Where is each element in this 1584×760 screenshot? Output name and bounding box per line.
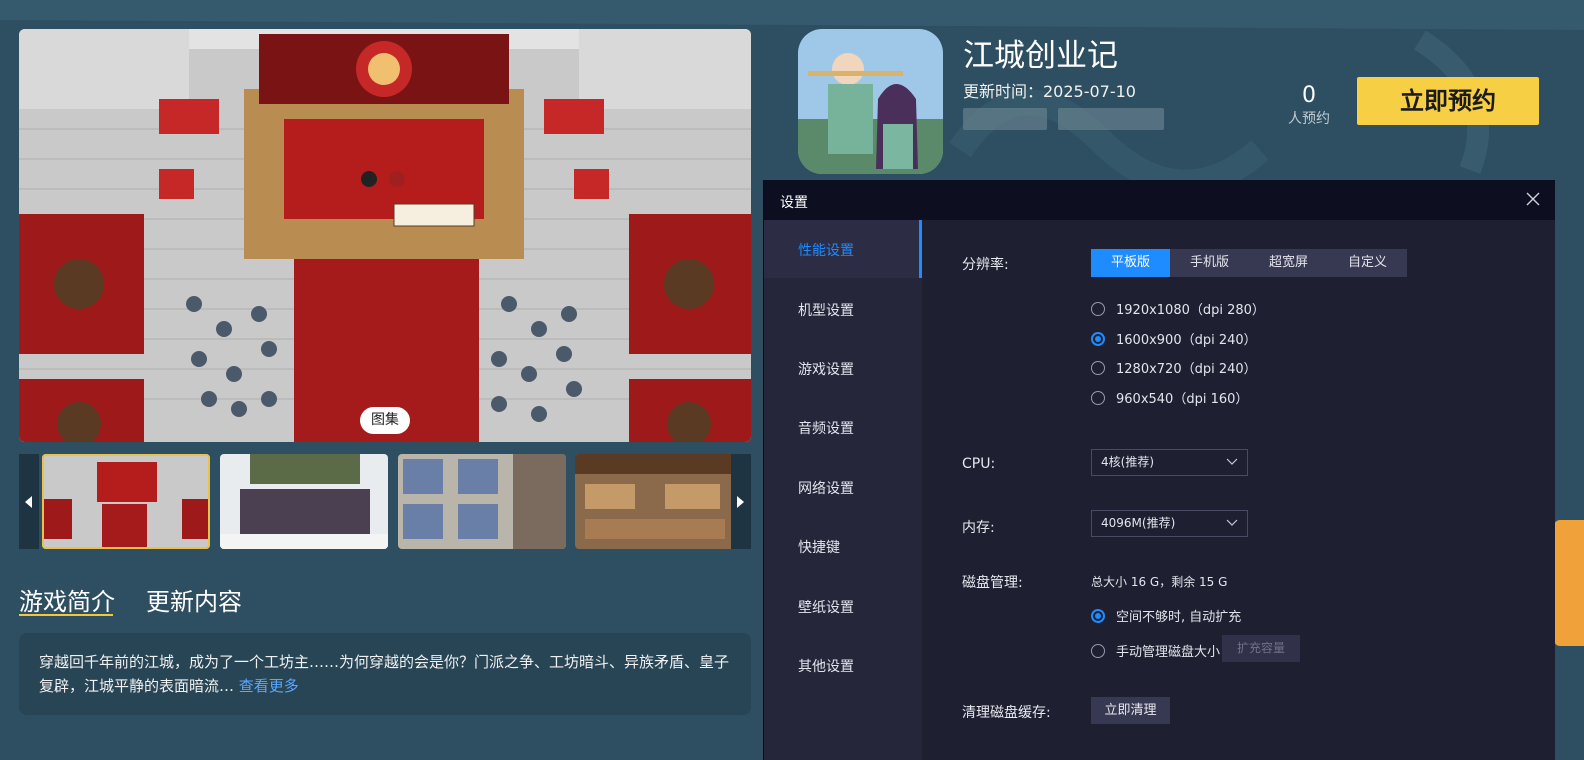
sidebar-item-network[interactable]: 网络设置 xyxy=(798,478,854,498)
thumb-prev-button[interactable] xyxy=(19,454,39,549)
blurred-tag xyxy=(963,108,1047,130)
tab-updates[interactable]: 更新内容 xyxy=(146,582,242,617)
resolution-option-label: 960x540（dpi 160） xyxy=(1116,392,1249,407)
intro-text: 穿越回千年前的江城，成为了一个工坊主……为何穿越的会是你？门派之争、工坊暗斗、异… xyxy=(39,650,739,698)
reserve-button[interactable]: 立即预约 xyxy=(1357,77,1539,125)
resolution-option-960[interactable]: 960x540（dpi 160） xyxy=(1091,388,1248,407)
disk-auto-option[interactable]: 空间不够时, 自动扩充 xyxy=(1091,606,1241,625)
settings-sidebar: 性能设置 机型设置 游戏设置 音频设置 网络设置 快捷键 壁纸设置 其他设置 xyxy=(764,220,922,760)
resolution-option-1280[interactable]: 1280x720（dpi 240） xyxy=(1091,358,1257,377)
cache-label: 清理磁盘缓存: xyxy=(962,705,1051,721)
close-icon[interactable] xyxy=(1524,190,1542,208)
cpu-select[interactable]: 4核(推荐) xyxy=(1091,449,1248,476)
thumbnail-1[interactable] xyxy=(42,454,210,549)
reserve-label: 人预约 xyxy=(1288,111,1330,127)
disk-manual-option[interactable]: 手动管理磁盘大小 xyxy=(1091,641,1220,660)
thumbnail-4[interactable] xyxy=(575,454,743,549)
gallery-button[interactable]: 图集 xyxy=(360,407,410,434)
app-title: 江城创业记 xyxy=(963,38,1118,74)
disk-auto-label: 空间不够时, 自动扩充 xyxy=(1116,610,1242,625)
resolution-option-label: 1920x1080（dpi 280） xyxy=(1116,303,1265,318)
side-banner[interactable] xyxy=(1554,520,1584,646)
thumbnail-2[interactable] xyxy=(220,454,388,549)
sidebar-item-audio[interactable]: 音频设置 xyxy=(798,418,854,438)
disk-info: 总大小 16 G，剩余 15 G xyxy=(1091,575,1228,589)
radio-icon xyxy=(1091,360,1105,375)
mode-phone[interactable]: 手机版 xyxy=(1170,249,1249,277)
mode-ultrawide[interactable]: 超宽屏 xyxy=(1249,249,1328,277)
hero-screenshot[interactable]: 图集 xyxy=(19,29,751,442)
sidebar-item-performance[interactable]: 性能设置 xyxy=(798,240,854,260)
chevron-down-icon xyxy=(1226,458,1238,465)
radio-icon xyxy=(1091,643,1105,658)
tab-active-indicator xyxy=(19,614,113,616)
reserve-count: 0 xyxy=(1302,83,1316,108)
sidebar-item-shortcuts[interactable]: 快捷键 xyxy=(798,537,840,557)
update-time: 更新时间：2025-07-10 xyxy=(963,82,1136,101)
mode-tablet[interactable]: 平板版 xyxy=(1091,249,1170,277)
dialog-header: 设置 xyxy=(764,180,1555,220)
resolution-option-1600[interactable]: 1600x900（dpi 240） xyxy=(1091,329,1257,348)
chevron-left-icon xyxy=(25,495,32,508)
chevron-down-icon xyxy=(1226,519,1238,526)
memory-select[interactable]: 4096M(推荐) xyxy=(1091,510,1248,537)
cpu-value: 4核(推荐) xyxy=(1101,455,1154,469)
disk-manual-label: 手动管理磁盘大小 xyxy=(1116,645,1221,660)
intro-panel: 穿越回千年前的江城，成为了一个工坊主……为何穿越的会是你？门派之争、工坊暗斗、异… xyxy=(19,633,751,715)
resolution-option-label: 1280x720（dpi 240） xyxy=(1116,362,1257,377)
intro-description: 穿越回千年前的江城，成为了一个工坊主……为何穿越的会是你？门派之争、工坊暗斗、异… xyxy=(39,653,730,695)
memory-label: 内存: xyxy=(962,520,995,536)
sidebar-item-game[interactable]: 游戏设置 xyxy=(798,359,854,379)
sidebar-active-indicator xyxy=(919,220,922,278)
cpu-label: CPU: xyxy=(962,456,996,472)
chevron-right-icon xyxy=(737,495,744,508)
thumbnail-strip xyxy=(19,454,751,549)
settings-dialog: 设置 性能设置 机型设置 游戏设置 音频设置 网络设置 快捷键 壁纸设置 其他设… xyxy=(763,180,1555,760)
dialog-title: 设置 xyxy=(780,195,808,211)
sidebar-item-other[interactable]: 其他设置 xyxy=(798,656,854,676)
see-more-link[interactable]: 查看更多 xyxy=(239,677,299,695)
memory-value: 4096M(推荐) xyxy=(1101,516,1176,530)
tab-intro[interactable]: 游戏简介 xyxy=(19,582,115,617)
resolution-mode-tabs: 平板版 手机版 超宽屏 自定义 xyxy=(1091,249,1407,277)
app-icon xyxy=(798,29,943,174)
radio-checked-icon xyxy=(1091,608,1105,623)
expand-capacity-button[interactable]: 扩充容量 xyxy=(1222,635,1300,662)
game-scene-image xyxy=(19,29,751,442)
radio-checked-icon xyxy=(1091,331,1105,346)
mode-custom[interactable]: 自定义 xyxy=(1328,249,1407,277)
thumbnail-3[interactable] xyxy=(398,454,566,549)
radio-icon xyxy=(1091,390,1105,405)
resolution-option-label: 1600x900（dpi 240） xyxy=(1116,333,1257,348)
sidebar-item-device[interactable]: 机型设置 xyxy=(798,300,854,320)
blurred-tag xyxy=(1058,108,1164,130)
clear-cache-button[interactable]: 立即清理 xyxy=(1091,697,1170,724)
resolution-label: 分辨率: xyxy=(962,257,1009,273)
disk-label: 磁盘管理: xyxy=(962,575,1023,591)
resolution-option-1920[interactable]: 1920x1080（dpi 280） xyxy=(1091,299,1265,318)
radio-icon xyxy=(1091,301,1105,316)
thumb-next-button[interactable] xyxy=(731,454,751,549)
sidebar-item-wallpaper[interactable]: 壁纸设置 xyxy=(798,597,854,617)
